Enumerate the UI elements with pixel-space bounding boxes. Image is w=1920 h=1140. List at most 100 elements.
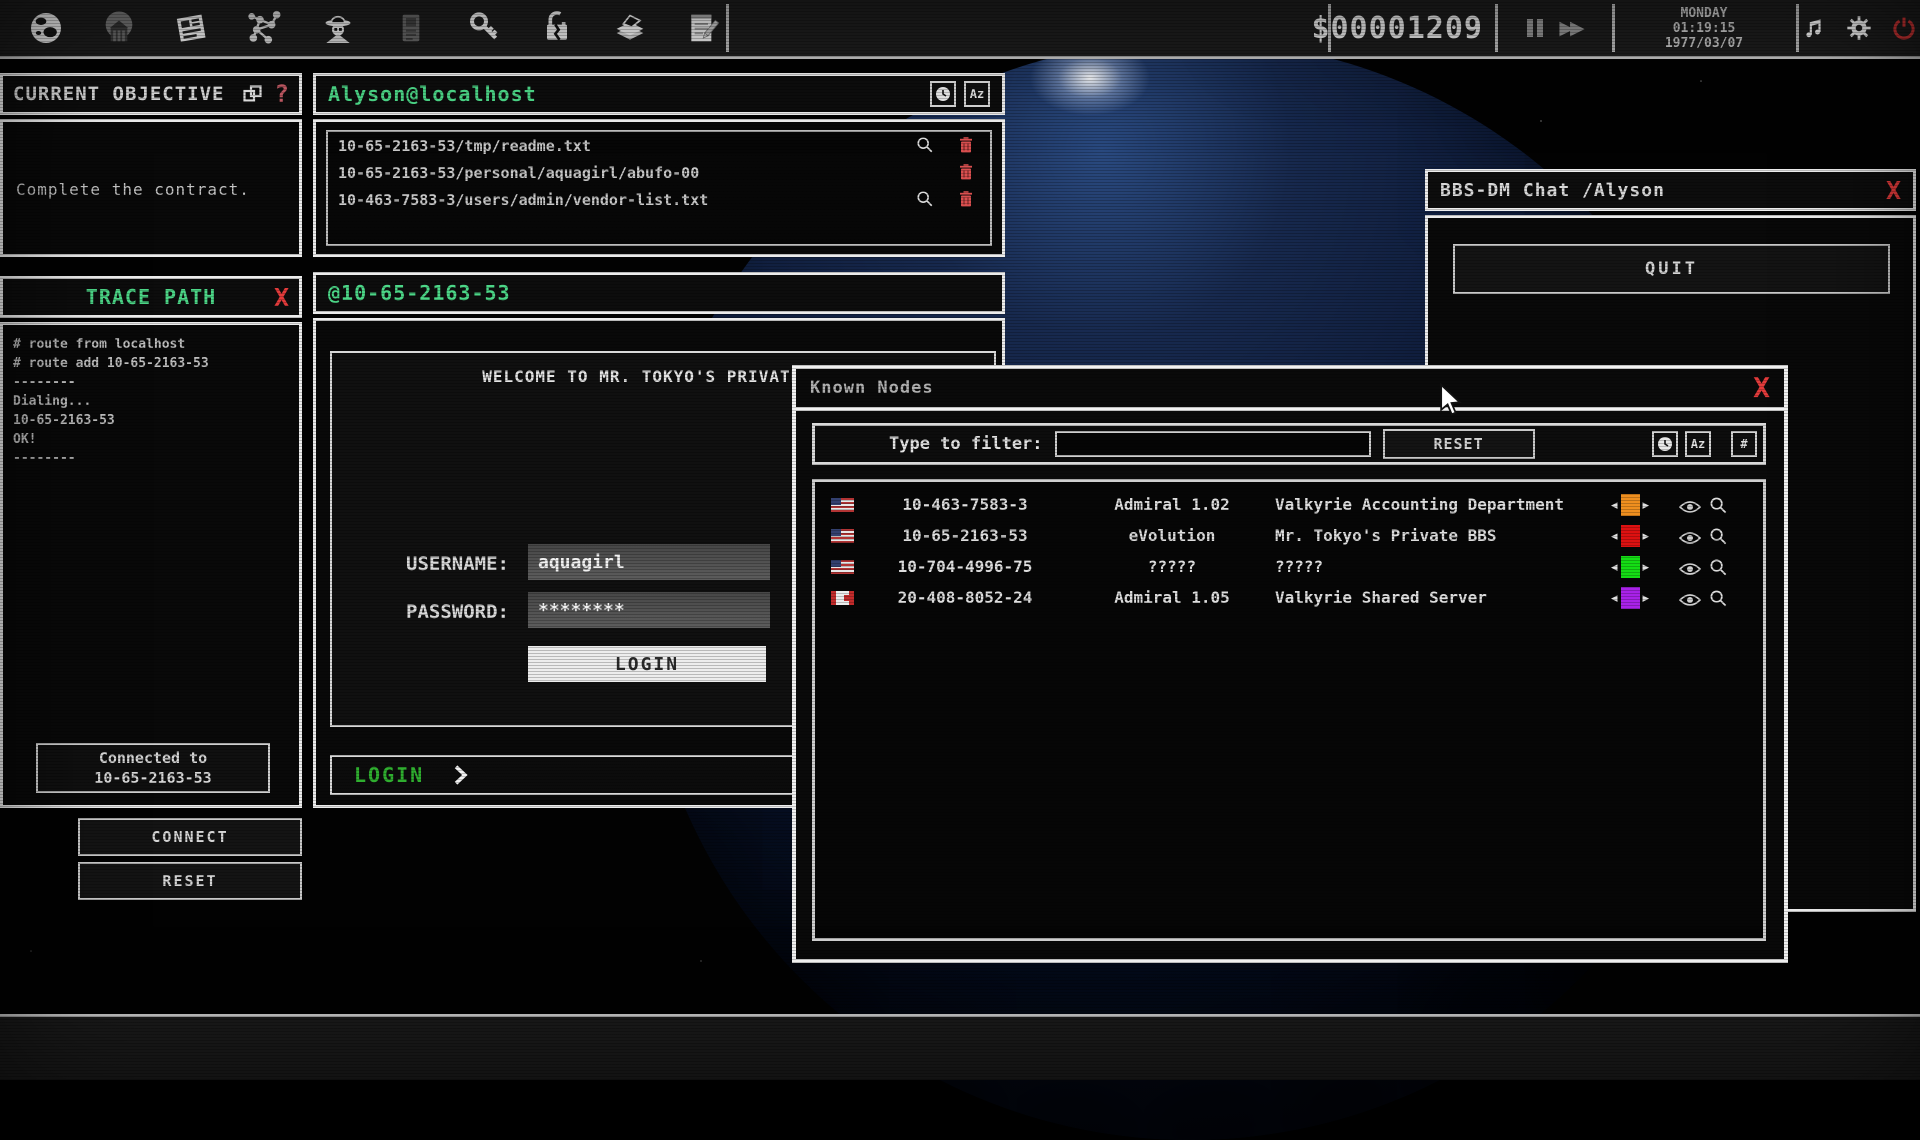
file-row[interactable]: 10-65-2163-53/tmp/readme.txt — [328, 132, 990, 159]
color-prev-icon[interactable]: ◂ — [1611, 592, 1618, 605]
world-map-icon[interactable] — [24, 6, 68, 50]
search-icon[interactable] — [1709, 527, 1728, 550]
chat-quit-button[interactable]: QUIT — [1453, 244, 1890, 294]
color-prev-icon[interactable]: ◂ — [1611, 561, 1618, 574]
color-next-icon[interactable]: ▸ — [1643, 530, 1650, 543]
filter-input[interactable] — [1055, 431, 1371, 457]
bottom-taskbar — [0, 1014, 1920, 1080]
files-panel-header: Alyson@localhost Az — [313, 73, 1005, 115]
popout-icon[interactable] — [241, 82, 265, 106]
file-row[interactable]: 10-65-2163-53/personal/aquagirl/abufo-00 — [328, 159, 990, 186]
files-panel-body: 10-65-2163-53/tmp/readme.txt 10-65-2163-… — [313, 119, 1005, 257]
known-nodes-close-icon[interactable]: X — [1753, 374, 1770, 402]
chat-title: BBS-DM Chat /Alyson — [1440, 180, 1665, 201]
node-description: Valkyrie Shared Server — [1275, 588, 1487, 607]
newspaper-icon[interactable] — [170, 6, 214, 50]
eye-icon[interactable] — [1679, 561, 1701, 580]
color-prev-icon[interactable]: ◂ — [1611, 530, 1618, 543]
key-icon[interactable] — [462, 6, 506, 50]
file-path: 10-65-2163-53/personal/aquagirl/abufo-00 — [338, 164, 699, 182]
pause-icon[interactable] — [1527, 19, 1543, 37]
search-icon[interactable] — [1709, 589, 1728, 612]
trace-close-icon[interactable]: X — [274, 285, 289, 310]
bbs-login-button[interactable]: LOGIN — [528, 646, 766, 682]
fast-forward-icon[interactable]: ▶▶ — [1559, 17, 1580, 39]
trace-log-line: -------- — [13, 449, 209, 468]
color-next-icon[interactable]: ▸ — [1643, 499, 1650, 512]
software-stack-icon[interactable] — [608, 6, 652, 50]
filter-bar: Type to filter: RESET Az # — [812, 423, 1766, 465]
trace-log-line: # route from localhost — [13, 335, 209, 354]
sort-time-button[interactable] — [930, 81, 956, 107]
node-panel-header: @10-65-2163-53 — [313, 272, 1005, 314]
node-color-swatch[interactable] — [1621, 525, 1640, 547]
node-description: Mr. Tokyo's Private BBS — [1275, 526, 1497, 545]
files-title: Alyson@localhost — [328, 82, 537, 106]
color-prev-icon[interactable]: ◂ — [1611, 499, 1618, 512]
node-color-swatch[interactable] — [1621, 494, 1640, 516]
known-nodes-window: Known Nodes X Type to filter: RESET Az #… — [792, 365, 1788, 963]
sort-number-button[interactable]: # — [1731, 431, 1757, 457]
sort-time-button[interactable] — [1652, 431, 1678, 457]
sort-az-button[interactable]: Az — [964, 81, 990, 107]
node-row[interactable]: 10-65-2163-53 eVolution Mr. Tokyo's Priv… — [815, 521, 1763, 552]
cracked-lock-icon[interactable] — [535, 6, 579, 50]
eye-icon[interactable] — [1679, 499, 1701, 518]
color-next-icon[interactable]: ▸ — [1643, 592, 1650, 605]
darkweb-spy-icon[interactable] — [316, 6, 360, 50]
search-icon[interactable] — [916, 190, 934, 212]
eye-icon[interactable] — [1679, 592, 1701, 611]
trace-log-line: 10-65-2163-53 — [13, 411, 209, 430]
clock-day: MONDAY — [1681, 6, 1728, 21]
connect-button[interactable]: CONNECT — [78, 818, 302, 856]
password-label: PASSWORD: — [406, 601, 509, 623]
node-number: 10-463-7583-3 — [867, 495, 1063, 514]
network-map-icon[interactable] — [243, 6, 287, 50]
known-nodes-titlebar[interactable]: Known Nodes X — [796, 369, 1784, 411]
node-color-swatch[interactable] — [1621, 556, 1640, 578]
node-description: Valkyrie Accounting Department — [1275, 495, 1564, 514]
trace-reset-button[interactable]: RESET — [78, 862, 302, 900]
file-path: 10-463-7583-3/users/admin/vendor-list.tx… — [338, 191, 708, 209]
trace-panel-body: # route from localhost # route add 10-65… — [0, 322, 302, 808]
node-row[interactable]: 10-463-7583-3 Admiral 1.02 Valkyrie Acco… — [815, 490, 1763, 521]
money-counter: $00001209 — [1331, 0, 1493, 56]
username-field[interactable]: aquagirl — [528, 544, 770, 580]
settings-gear-icon[interactable] — [1843, 11, 1875, 45]
dossier-icon[interactable] — [389, 6, 433, 50]
chat-close-icon[interactable]: X — [1886, 178, 1901, 203]
trace-log-line: OK! — [13, 430, 209, 449]
trace-panel-header: TRACE PATH X — [0, 276, 302, 318]
trace-log-line: Dialing... — [13, 392, 209, 411]
notepad-icon[interactable] — [681, 6, 725, 50]
username-label: USERNAME: — [406, 553, 509, 575]
connected-label: Connected to — [38, 748, 268, 768]
objective-panel-body: Complete the contract. — [0, 119, 302, 257]
node-row[interactable]: 20-408-8052-24 Admiral 1.05 Valkyrie Sha… — [815, 583, 1763, 614]
music-icon[interactable] — [1797, 11, 1829, 45]
power-icon[interactable] — [1888, 11, 1920, 45]
search-icon[interactable] — [1709, 496, 1728, 519]
node-os: ????? — [1087, 557, 1257, 576]
sort-az-button[interactable]: Az — [1685, 431, 1711, 457]
search-icon[interactable] — [916, 136, 934, 158]
trash-icon[interactable] — [958, 163, 974, 185]
password-field[interactable]: ******** — [528, 592, 770, 628]
eye-icon[interactable] — [1679, 530, 1701, 549]
filter-reset-button[interactable]: RESET — [1383, 429, 1535, 459]
file-path: 10-65-2163-53/tmp/readme.txt — [338, 137, 591, 155]
objective-title: CURRENT OBJECTIVE — [13, 83, 224, 105]
bank-icon[interactable] — [97, 6, 141, 50]
node-row[interactable]: 10-704-4996-75 ????? ????? ◂ ▸ — [815, 552, 1763, 583]
node-color-swatch[interactable] — [1621, 587, 1640, 609]
trash-icon[interactable] — [958, 190, 974, 212]
help-icon[interactable]: ? — [275, 80, 289, 108]
country-flag-icon — [831, 498, 854, 512]
filter-label: Type to filter: — [889, 434, 1043, 454]
search-icon[interactable] — [1709, 558, 1728, 581]
color-next-icon[interactable]: ▸ — [1643, 561, 1650, 574]
trace-title: TRACE PATH — [86, 285, 216, 309]
trash-icon[interactable] — [958, 136, 974, 158]
node-os: eVolution — [1087, 526, 1257, 545]
file-row[interactable]: 10-463-7583-3/users/admin/vendor-list.tx… — [328, 186, 990, 213]
